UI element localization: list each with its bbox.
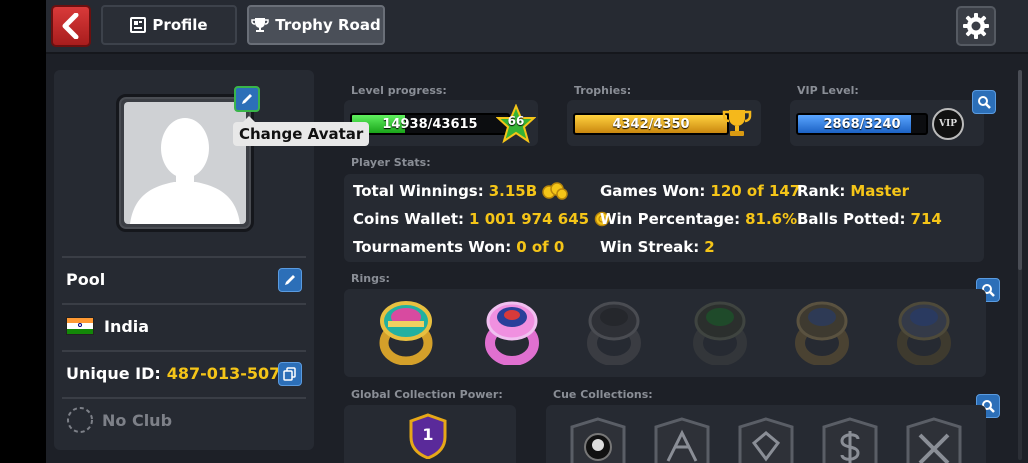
profile-card-icon: [130, 17, 147, 33]
locked-ring-silver-icon[interactable]: [582, 297, 646, 365]
avatar-image: [124, 102, 246, 224]
stat-rank: Rank: Master: [797, 182, 909, 200]
rings-label: Rings:: [351, 272, 390, 285]
settings-button[interactable]: [956, 6, 996, 46]
level-progress-text: 14938/43615: [382, 116, 478, 132]
locked-ring-blue-icon[interactable]: [892, 297, 956, 365]
stat-win-streak: Win Streak: 2: [600, 238, 715, 256]
pencil-icon: [242, 94, 252, 104]
country-name: India: [104, 316, 150, 336]
trophies-label: Trophies:: [574, 84, 632, 97]
swords-collection-icon[interactable]: [904, 417, 964, 463]
unique-id-label: Unique ID:: [66, 363, 161, 383]
stat-balls-potted: Balls Potted: 714: [797, 210, 942, 228]
global-collection-power-value: 1: [422, 425, 434, 444]
club-name: No Club: [102, 410, 173, 430]
tab-profile-label: Profile: [152, 16, 208, 34]
global-collection-power-label: Global Collection Power:: [351, 388, 503, 401]
tab-trophy-road[interactable]: Trophy Road: [247, 5, 385, 45]
country-row: India: [62, 303, 306, 347]
win-percentage-label: Win Percentage:: [600, 210, 741, 228]
vip-badge-icon: VIP: [932, 108, 964, 140]
vip-text: 2868/3240: [823, 116, 901, 132]
total-winnings-label: Total Winnings:: [353, 182, 484, 200]
locked-ring-gold-icon[interactable]: [790, 297, 854, 365]
rank-label: Rank:: [797, 182, 846, 200]
coins-wallet-value: 1 001 974 645: [469, 210, 590, 228]
profile-card: Change Avatar Pool India Unique ID: 487-…: [54, 70, 370, 450]
profile-screen: Profile Trophy Road Change Avatar Pool I…: [46, 0, 1028, 463]
tab-trophy-road-label: Trophy Road: [275, 16, 381, 34]
vip-bar: 2868/3240: [796, 113, 928, 135]
tournaments-won-value: 0 of 0: [516, 238, 565, 256]
stat-tournaments-won: Tournaments Won: 0 of 0: [353, 238, 564, 256]
win-streak-label: Win Streak:: [600, 238, 700, 256]
player-name-row: Pool: [62, 256, 306, 300]
cue-collections-label: Cue Collections:: [553, 388, 653, 401]
magnifier-icon: [978, 96, 991, 109]
tournaments-won-label: Tournaments Won:: [353, 238, 512, 256]
player-name: Pool: [66, 269, 106, 289]
global-collection-power-panel: 1: [344, 405, 516, 463]
copy-id-button[interactable]: [278, 362, 302, 386]
chevron-left-icon: [62, 13, 79, 39]
level-progress-label: Level progress:: [351, 84, 447, 97]
win-streak-value: 2: [704, 238, 715, 256]
coins-wallet-label: Coins Wallet:: [353, 210, 465, 228]
player-level: 66: [507, 114, 525, 128]
dollar-collection-icon[interactable]: [820, 417, 880, 463]
unique-id-row: Unique ID: 487-013-507-3: [62, 350, 306, 394]
win-percentage-value: 81.6%: [745, 210, 798, 228]
landmark-collection-icon[interactable]: [652, 417, 712, 463]
vip-level-card: 2868/3240 VIP: [790, 100, 984, 146]
locked-ring-green-icon[interactable]: [688, 297, 752, 365]
trophy-cup-icon: [722, 110, 752, 136]
scrollbar[interactable]: [1018, 70, 1022, 460]
default-avatar-icon: [130, 118, 240, 224]
balls-potted-value: 714: [910, 210, 942, 228]
stat-win-percentage: Win Percentage: 81.6%: [600, 210, 797, 228]
level-progress-card: 14938/43615 66: [344, 100, 538, 146]
stat-coins-wallet: Coins Wallet: 1 001 974 645: [353, 210, 610, 228]
vip-level-label: VIP Level:: [797, 84, 859, 97]
stat-games-won: Games Won: 120 of 147: [600, 182, 800, 200]
legend-ring-icon[interactable]: [480, 297, 544, 365]
trophies-bar: 4342/4350: [573, 113, 729, 135]
cue-collections-panel: [546, 405, 986, 463]
games-won-label: Games Won:: [600, 182, 706, 200]
edit-avatar-button[interactable]: [234, 86, 260, 112]
vip-info-button[interactable]: [972, 90, 996, 114]
diamond-collection-icon[interactable]: [736, 417, 796, 463]
balls-potted-label: Balls Potted:: [797, 210, 906, 228]
stat-total-winnings: Total Winnings: 3.15B: [353, 182, 568, 200]
rank-value: Master: [850, 182, 910, 200]
total-winnings-value: 3.15B: [488, 182, 538, 200]
pencil-icon: [285, 275, 295, 285]
trophy-icon: [251, 18, 270, 32]
tab-profile[interactable]: Profile: [101, 5, 237, 45]
player-stats-label: Player Stats:: [351, 156, 431, 169]
coin-stack-icon: [542, 182, 568, 200]
edit-name-button[interactable]: [278, 268, 302, 292]
player-stats-panel: Total Winnings: 3.15B Coins Wallet: 1 00…: [344, 174, 984, 262]
8-ball-collection-icon[interactable]: [568, 417, 628, 463]
trophies-text: 4342/4350: [612, 116, 690, 132]
club-placeholder-icon: [67, 407, 93, 433]
gear-icon: [963, 13, 989, 39]
india-flag-icon: [66, 317, 94, 335]
trophies-card: 4342/4350: [567, 100, 761, 146]
berlin-ring-icon[interactable]: [374, 297, 438, 365]
club-row[interactable]: No Club: [62, 397, 306, 441]
level-progress-bar: 14938/43615: [350, 113, 510, 135]
back-button[interactable]: [51, 5, 91, 47]
rings-panel: [344, 289, 986, 377]
avatar[interactable]: [116, 94, 254, 232]
top-bar: Profile Trophy Road: [46, 0, 1028, 54]
change-avatar-tooltip: Change Avatar: [233, 116, 370, 146]
scrollbar-thumb[interactable]: [1018, 70, 1022, 270]
copy-icon: [283, 367, 296, 381]
games-won-value: 120 of 147: [710, 182, 801, 200]
